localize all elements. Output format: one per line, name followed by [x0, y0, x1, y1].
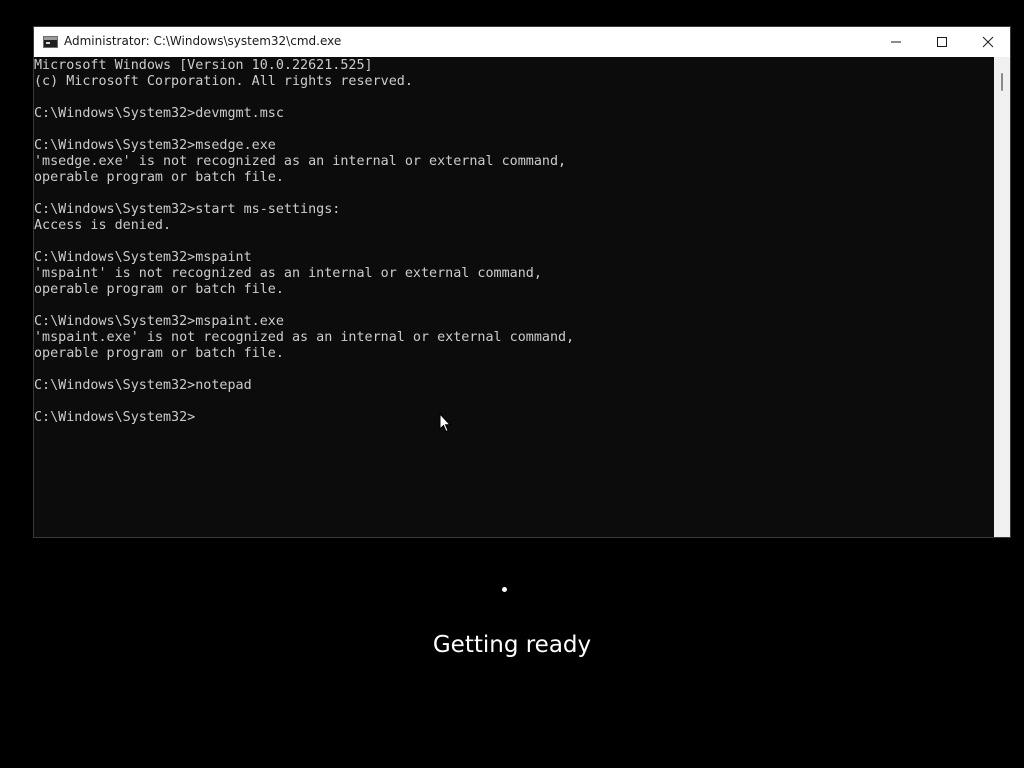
maximize-icon [937, 37, 947, 47]
cmd-window[interactable]: Administrator: C:\Windows\system32\cmd.e… [33, 26, 1011, 538]
cmd-icon [43, 36, 58, 48]
close-button[interactable] [965, 27, 1011, 57]
maximize-button[interactable] [919, 27, 965, 57]
scrollbar-thumb[interactable] [1001, 73, 1003, 91]
status-text: Getting ready [432, 632, 592, 658]
minimize-icon [891, 41, 901, 43]
vertical-scrollbar[interactable] [994, 57, 1010, 537]
console-output[interactable]: Microsoft Windows [Version 10.0.22621.52… [34, 57, 994, 537]
window-title: Administrator: C:\Windows\system32\cmd.e… [64, 34, 342, 48]
mouse-cursor-icon [439, 413, 451, 433]
loading-spinner-icon [502, 587, 507, 592]
title-bar[interactable]: Administrator: C:\Windows\system32\cmd.e… [34, 27, 1010, 57]
console-text: Microsoft Windows [Version 10.0.22621.52… [34, 58, 575, 425]
desktop-screen: Administrator: C:\Windows\system32\cmd.e… [0, 0, 1024, 768]
minimize-button[interactable] [873, 27, 919, 57]
close-icon [982, 36, 994, 48]
